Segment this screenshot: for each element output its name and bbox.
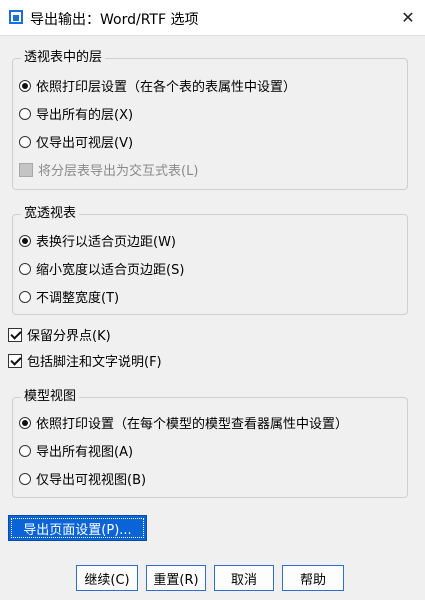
radio-export-all-layers[interactable]: 导出所有的层(X) [19,106,133,126]
radio-export-visible-views[interactable]: 仅导出可视视图(B) [19,471,146,491]
radio-icon[interactable] [19,473,31,485]
option-label: 依照打印层设置（在各个表的表属性中设置） [36,80,297,95]
checkbox-icon [19,163,33,177]
cancel-button[interactable]: 取消 [214,565,274,591]
radio-print-settings[interactable]: 依照打印设置（在每个模型的模型查看器属性中设置） [19,415,348,435]
model-views-group: 模型视图 依照打印设置（在每个模型的模型查看器属性中设置） 导出所有视图(A) … [12,388,408,498]
checkbox-label: 包括脚注和文字说明(F) [27,355,162,370]
group-title: 宽透视表 [21,205,80,223]
continue-button[interactable]: 继续(C) [76,565,138,591]
radio-icon[interactable] [19,80,31,92]
checkbox-keep-breakpoints[interactable]: 保留分界点(K) [8,327,111,347]
radio-icon[interactable] [19,291,31,303]
option-label: 仅导出可视视图(B) [36,473,147,488]
option-label: 缩小宽度以适合页边距(S) [36,263,185,278]
radio-icon[interactable] [19,108,31,120]
option-label: 导出所有视图(A) [36,445,134,460]
radio-shrink-width[interactable]: 缩小宽度以适合页边距(S) [19,261,184,281]
group-title: 模型视图 [21,388,80,406]
title-bar: 导出输出：Word/RTF 选项 ✕ [0,0,425,36]
group-title: 透视表中的层 [21,49,106,67]
radio-icon[interactable] [19,136,31,148]
option-label: 将分层表导出为交互式表(L) [38,164,199,179]
radio-icon[interactable] [19,263,31,275]
pivot-layers-group: 透视表中的层 依照打印层设置（在各个表的表属性中设置） 导出所有的层(X) 仅导… [12,49,408,190]
help-button[interactable]: 帮助 [282,565,344,591]
page-setup-button[interactable]: 导出页面设置(P)... [8,515,147,541]
reset-button[interactable]: 重置(R) [146,565,206,591]
radio-print-layer-settings[interactable]: 依照打印层设置（在各个表的表属性中设置） [19,78,296,98]
app-icon [9,10,23,24]
checkbox-icon[interactable] [8,354,22,368]
option-label: 不调整宽度(T) [36,291,120,306]
checkbox-label: 保留分界点(K) [27,329,111,344]
radio-no-adjust[interactable]: 不调整宽度(T) [19,289,119,309]
radio-wrap-table[interactable]: 表换行以适合页边距(W) [19,233,176,253]
radio-export-all-views[interactable]: 导出所有视图(A) [19,443,133,463]
radio-icon[interactable] [19,235,31,247]
option-label: 仅导出可视层(V) [36,136,134,151]
checkbox-icon[interactable] [8,328,22,342]
wide-pivot-group: 宽透视表 表换行以适合页边距(W) 缩小宽度以适合页边距(S) 不调整宽度(T) [12,205,408,315]
checkbox-include-footnotes[interactable]: 包括脚注和文字说明(F) [8,353,162,373]
option-label: 导出所有的层(X) [36,108,134,123]
radio-icon[interactable] [19,445,31,457]
window-title: 导出输出：Word/RTF 选项 [30,12,199,28]
radio-export-visible-layer[interactable]: 仅导出可视层(V) [19,134,133,154]
close-icon[interactable]: ✕ [391,0,425,35]
radio-icon[interactable] [19,417,31,429]
option-label: 依照打印设置（在每个模型的模型查看器属性中设置） [36,417,349,432]
option-label: 表换行以适合页边距(W) [36,235,176,250]
checkbox-export-interactive: 将分层表导出为交互式表(L) [19,162,198,182]
